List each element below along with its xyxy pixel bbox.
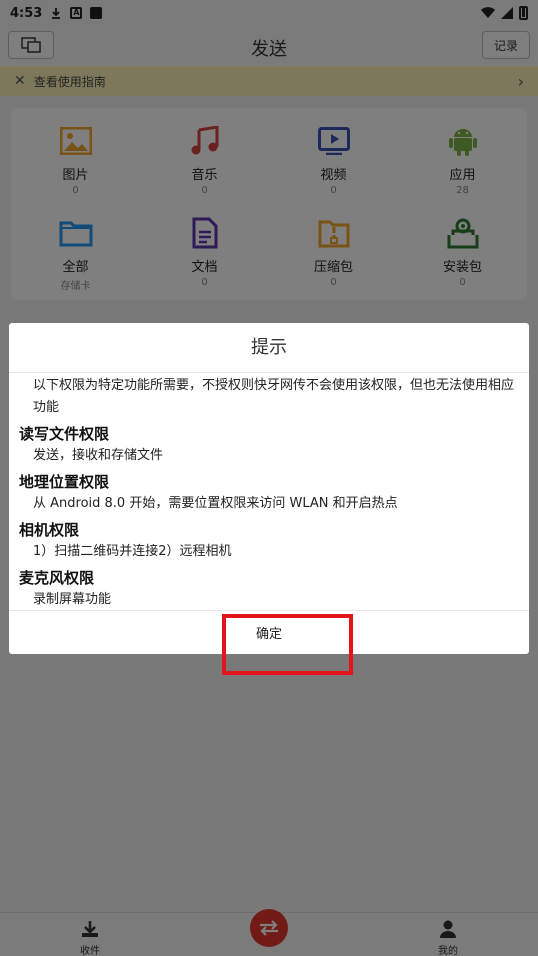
dialog-body[interactable]: 以下权限为特定功能所需要，不授权则快牙网传不会使用该权限，但也无法使用相应功能 … xyxy=(9,373,529,609)
permission-heading: 麦克风权限 xyxy=(19,569,95,587)
dialog-intro: 以下权限为特定功能所需要，不授权则快牙网传不会使用该权限，但也无法使用相应功能 xyxy=(33,378,515,415)
dialog-title: 提示 xyxy=(9,323,529,373)
highlight-box xyxy=(222,614,353,675)
permission-text: 从 Android 8.0 开始，需要位置权限来访问 WLAN 和开启热点 xyxy=(33,496,398,511)
permission-text: 发送，接收和存储文件 xyxy=(33,448,164,463)
permission-heading: 读写文件权限 xyxy=(19,425,110,443)
permission-text: 1）扫描二维码并连接2）远程相机 xyxy=(33,544,232,559)
permission-text: 录制屏幕功能 xyxy=(33,592,112,607)
permission-heading: 相机权限 xyxy=(19,521,80,539)
permission-dialog: 提示 以下权限为特定功能所需要，不授权则快牙网传不会使用该权限，但也无法使用相应… xyxy=(9,323,529,654)
permission-heading: 地理位置权限 xyxy=(19,473,110,491)
